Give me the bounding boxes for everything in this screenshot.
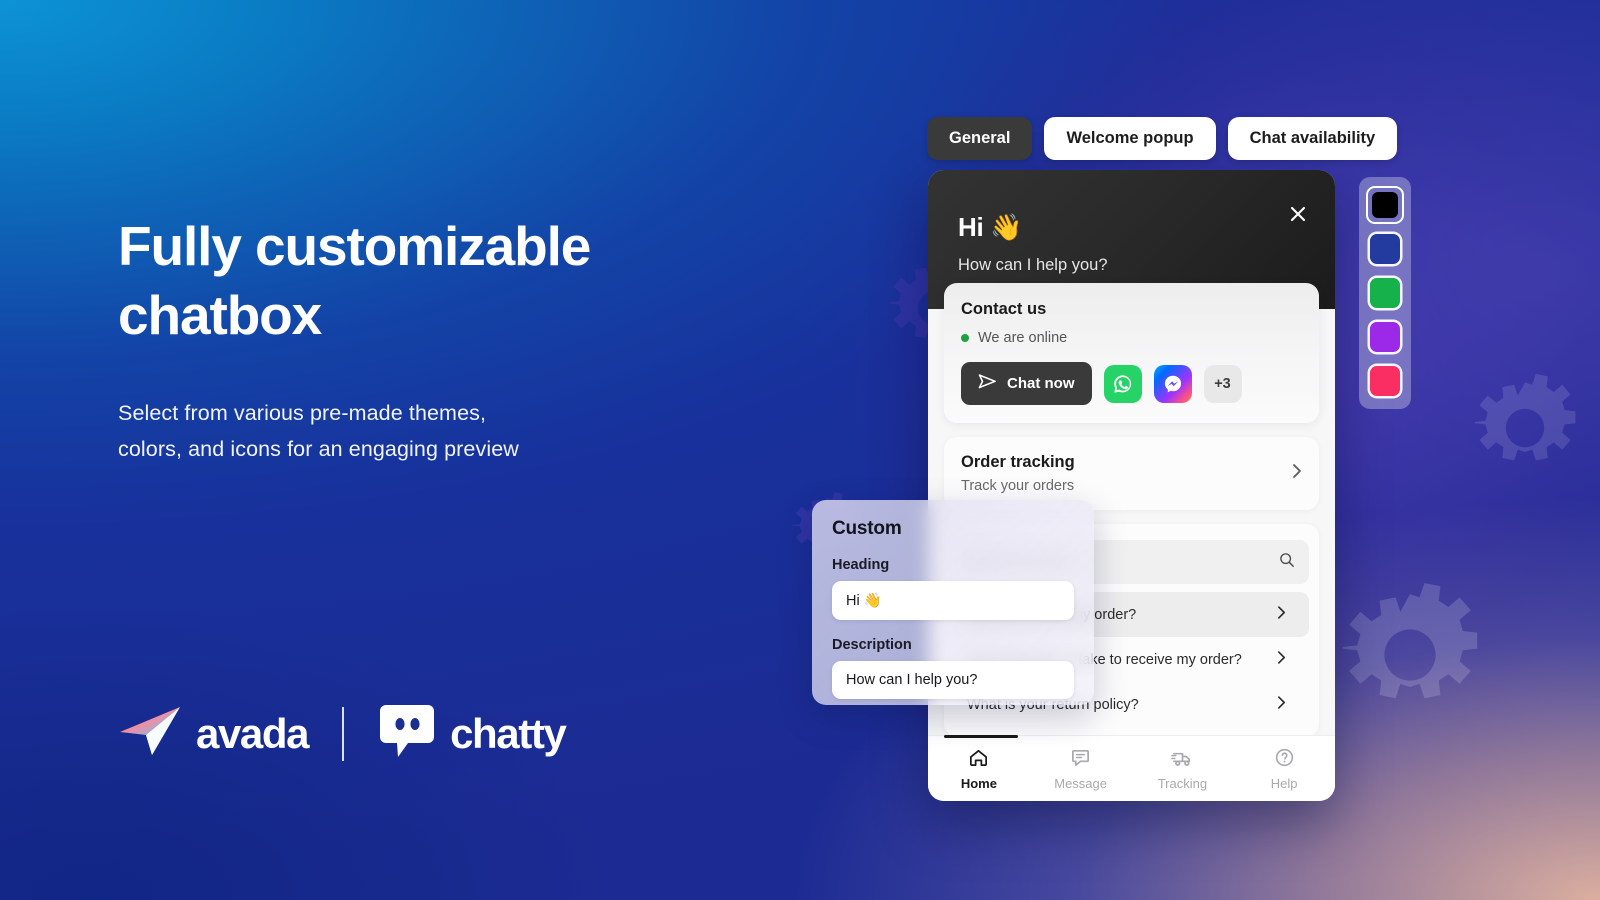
- heading-input[interactable]: Hi 👋: [832, 581, 1074, 620]
- chat-widget-preview: Hi 👋 How can I help you? Contact us We a…: [928, 170, 1335, 801]
- nav-item-tracking[interactable]: Tracking: [1132, 747, 1234, 791]
- channel-row: Chat now +3: [961, 362, 1302, 405]
- custom-panel-title: Custom: [832, 518, 902, 539]
- chat-now-label: Chat now: [1007, 375, 1075, 392]
- whatsapp-icon[interactable]: [1103, 364, 1142, 403]
- swatch-color: [1370, 278, 1400, 308]
- send-icon: [978, 373, 997, 394]
- swatch-blue[interactable]: [1366, 230, 1404, 268]
- truck-icon: [1171, 747, 1194, 771]
- custom-settings-panel: Custom Heading Hi 👋 Description How can …: [812, 500, 1094, 705]
- nav-item-message[interactable]: Message: [1030, 747, 1132, 791]
- swatch-color: [1370, 322, 1400, 352]
- widget-bottom-nav: Home Message Tracking Help: [928, 734, 1335, 801]
- messenger-icon[interactable]: [1153, 364, 1192, 403]
- contact-title: Contact us: [961, 300, 1047, 318]
- tab-welcome-popup[interactable]: Welcome popup: [1044, 117, 1216, 160]
- brand-logos: avada chatty: [118, 703, 567, 764]
- close-icon[interactable]: [1285, 201, 1311, 227]
- heading-field-label: Heading: [832, 557, 890, 573]
- swatch-pink[interactable]: [1366, 362, 1404, 400]
- swatch-green[interactable]: [1366, 274, 1404, 312]
- nav-label-help: Help: [1270, 775, 1298, 791]
- page-title: Fully customizable chatbox: [118, 212, 758, 351]
- home-icon: [968, 747, 989, 771]
- tab-chat-availability[interactable]: Chat availability: [1227, 117, 1398, 160]
- message-icon: [1070, 747, 1091, 771]
- swatch-color: [1370, 234, 1400, 264]
- chevron-right-icon: [1277, 650, 1296, 669]
- contact-card: Contact us We are online Chat now +3: [944, 283, 1319, 423]
- status-dot-icon: [961, 334, 969, 342]
- nav-item-help[interactable]: Help: [1233, 747, 1335, 791]
- swatch-color: [1370, 366, 1400, 396]
- more-channels-button[interactable]: +3: [1203, 364, 1242, 403]
- widget-description: How can I help you?: [958, 256, 1108, 274]
- logo-divider: [342, 706, 345, 761]
- avada-wordmark: avada: [196, 709, 309, 757]
- gear-icon: [1330, 575, 1490, 735]
- chat-now-button[interactable]: Chat now: [961, 362, 1092, 405]
- nav-label-tracking: Tracking: [1157, 775, 1208, 791]
- subtitle-line-2: colors, and icons for an engaging previe…: [118, 436, 519, 461]
- chevron-right-icon: [1277, 605, 1296, 624]
- search-icon: [1279, 552, 1295, 572]
- nav-item-home[interactable]: Home: [928, 734, 1030, 791]
- chatty-wordmark: chatty: [450, 709, 567, 757]
- description-field-label: Description: [832, 637, 912, 653]
- chatty-bubble-icon: [378, 703, 436, 764]
- hero-subtitle: Select from various pre-made themes, col…: [118, 395, 758, 467]
- avada-logo: avada: [118, 705, 309, 762]
- headline-line-2: chatbox: [118, 284, 322, 347]
- nav-label-message: Message: [1054, 775, 1107, 791]
- gear-icon: [1465, 368, 1585, 488]
- headline-line-1: Fully customizable: [118, 215, 591, 277]
- hero-copy: Fully customizable chatbox Select from v…: [118, 212, 758, 467]
- order-tracking-text: Order tracking Track your orders: [961, 453, 1075, 494]
- active-tab-indicator: [944, 734, 1018, 738]
- swatch-color: [1372, 192, 1398, 218]
- swatch-purple[interactable]: [1366, 318, 1404, 356]
- order-tracking-title: Order tracking: [961, 453, 1075, 471]
- subtitle-line-1: Select from various pre-made themes,: [118, 400, 487, 425]
- chatty-logo: chatty: [378, 703, 567, 764]
- chevron-right-icon: [1292, 463, 1302, 484]
- status-text: We are online: [978, 330, 1068, 346]
- widget-heading: Hi 👋: [958, 212, 1023, 242]
- swatch-black[interactable]: [1366, 186, 1404, 224]
- tab-bar: General Welcome popup Chat availability: [927, 117, 1398, 160]
- avada-mark-icon: [118, 705, 182, 762]
- nav-label-home: Home: [960, 775, 997, 791]
- question-circle-icon: [1274, 747, 1295, 771]
- tab-general[interactable]: General: [927, 117, 1033, 160]
- order-tracking-subtitle: Track your orders: [961, 478, 1075, 494]
- status-badge: We are online: [961, 330, 1302, 346]
- color-swatch-picker: [1359, 177, 1411, 409]
- chevron-right-icon: [1277, 695, 1296, 714]
- description-input[interactable]: How can I help you?: [832, 661, 1074, 699]
